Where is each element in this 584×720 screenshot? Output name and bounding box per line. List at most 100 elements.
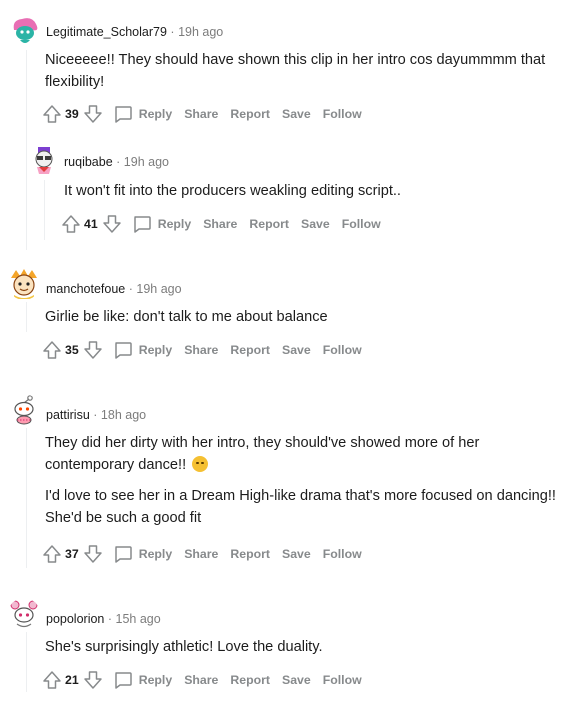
- report-button[interactable]: Report: [230, 107, 270, 121]
- save-label: Save: [282, 107, 311, 121]
- comment-actions: 35 Reply Share Report Save Follow: [42, 338, 362, 362]
- reply-button[interactable]: Reply: [113, 670, 172, 690]
- comment-actions: 41 Reply Share Report Save Follow: [61, 212, 381, 236]
- report-button[interactable]: Report: [249, 217, 289, 231]
- follow-button[interactable]: Follow: [323, 673, 362, 687]
- upvote-icon[interactable]: [42, 104, 62, 124]
- comment-body: They did her dirty with her intro, they …: [45, 432, 570, 529]
- snoo-avatar-icon: [8, 268, 40, 300]
- comment-bubble-icon: [132, 214, 152, 234]
- upvote-icon[interactable]: [42, 670, 62, 690]
- comment-meta: popolorion · 15h ago: [46, 612, 161, 626]
- vote-controls: 21: [42, 670, 103, 690]
- save-button[interactable]: Save: [282, 547, 311, 561]
- comment-body: She's surprisingly athletic! Love the du…: [45, 636, 570, 658]
- upvote-icon[interactable]: [61, 214, 81, 234]
- share-label: Share: [184, 547, 219, 561]
- comment-bubble-icon: [113, 670, 133, 690]
- timestamp[interactable]: 19h ago: [136, 282, 181, 296]
- avatar[interactable]: [8, 268, 40, 300]
- comment-text-span: They did her dirty with her intro, they …: [45, 435, 480, 473]
- separator-dot: ·: [107, 612, 113, 626]
- vote-controls: 35: [42, 340, 103, 360]
- vote-controls: 39: [42, 104, 103, 124]
- snoo-avatar-icon: [10, 16, 40, 46]
- follow-button[interactable]: Follow: [323, 343, 362, 357]
- author-name[interactable]: Legitimate_Scholar79: [46, 25, 167, 39]
- downvote-icon[interactable]: [102, 214, 122, 234]
- follow-button[interactable]: Follow: [323, 547, 362, 561]
- report-label: Report: [230, 343, 270, 357]
- timestamp[interactable]: 18h ago: [101, 408, 146, 422]
- vote-score: 21: [65, 673, 79, 687]
- reply-button[interactable]: Reply: [113, 544, 173, 564]
- comment-text: They did her dirty with her intro, they …: [45, 432, 570, 476]
- follow-label: Follow: [341, 217, 381, 231]
- snoo-avatar-icon: [29, 145, 59, 175]
- author-name[interactable]: ruqibabe: [64, 155, 113, 169]
- thread-line[interactable]: [26, 632, 27, 692]
- separator-dot: ·: [116, 155, 121, 169]
- downvote-icon[interactable]: [83, 104, 103, 124]
- vote-controls: 41: [61, 214, 122, 234]
- downvote-icon[interactable]: [83, 670, 103, 690]
- reply-label: Reply: [138, 107, 173, 121]
- thread-line[interactable]: [26, 428, 27, 568]
- save-button[interactable]: Save: [282, 107, 311, 121]
- thread-line[interactable]: [44, 180, 45, 240]
- downvote-icon[interactable]: [83, 340, 103, 360]
- save-button[interactable]: Save: [301, 217, 330, 231]
- snoo-avatar-icon: [8, 598, 40, 630]
- follow-label: Follow: [322, 673, 362, 687]
- shushing-face-emoji-icon: [192, 456, 209, 472]
- follow-label: Follow: [322, 107, 362, 121]
- follow-button[interactable]: Follow: [342, 217, 381, 231]
- avatar[interactable]: [8, 394, 40, 426]
- avatar[interactable]: [10, 16, 40, 46]
- avatar[interactable]: [8, 598, 40, 630]
- save-button[interactable]: Save: [282, 673, 311, 687]
- save-label: Save: [282, 343, 311, 357]
- comment-meta: pattirisu · 18h ago: [46, 408, 146, 422]
- reply-button[interactable]: Reply: [113, 104, 173, 124]
- author-name[interactable]: pattirisu: [46, 408, 90, 422]
- comment-actions: 39 Reply Share Report Save Follow: [42, 102, 362, 126]
- report-button[interactable]: Report: [230, 343, 270, 357]
- reply-button[interactable]: Reply: [113, 340, 173, 360]
- report-button[interactable]: Report: [230, 673, 270, 687]
- vote-score: 41: [84, 217, 98, 231]
- share-label: Share: [184, 673, 219, 687]
- report-button[interactable]: Report: [230, 547, 270, 561]
- reply-button[interactable]: Reply: [132, 214, 191, 234]
- follow-button[interactable]: Follow: [323, 107, 362, 121]
- timestamp[interactable]: 15h ago: [116, 612, 161, 626]
- save-label: Save: [282, 547, 311, 561]
- author-name[interactable]: manchotefoue: [46, 282, 125, 296]
- save-button[interactable]: Save: [282, 343, 311, 357]
- save-label: Save: [301, 217, 330, 231]
- reply-label: Reply: [138, 547, 173, 561]
- upvote-icon[interactable]: [42, 340, 62, 360]
- share-button[interactable]: Share: [184, 107, 218, 121]
- upvote-icon[interactable]: [42, 544, 62, 564]
- author-name[interactable]: popolorion: [46, 612, 104, 626]
- vote-score: 35: [65, 343, 79, 357]
- downvote-icon[interactable]: [83, 544, 103, 564]
- share-button[interactable]: Share: [184, 343, 218, 357]
- vote-controls: 37: [42, 544, 103, 564]
- comment-bubble-icon: [113, 104, 133, 124]
- thread-line[interactable]: [26, 50, 27, 250]
- share-button[interactable]: Share: [184, 673, 218, 687]
- share-button[interactable]: Share: [203, 217, 237, 231]
- avatar[interactable]: [29, 145, 59, 175]
- comment-meta: ruqibabe · 19h ago: [64, 155, 169, 169]
- thread-line[interactable]: [26, 302, 27, 332]
- reply-label: Reply: [138, 343, 173, 357]
- snoo-avatar-icon: [8, 394, 40, 426]
- timestamp[interactable]: 19h ago: [178, 25, 223, 39]
- share-button[interactable]: Share: [184, 547, 218, 561]
- timestamp[interactable]: 19h ago: [124, 155, 169, 169]
- follow-label: Follow: [322, 547, 362, 561]
- save-label: Save: [282, 673, 311, 687]
- vote-score: 37: [65, 547, 79, 561]
